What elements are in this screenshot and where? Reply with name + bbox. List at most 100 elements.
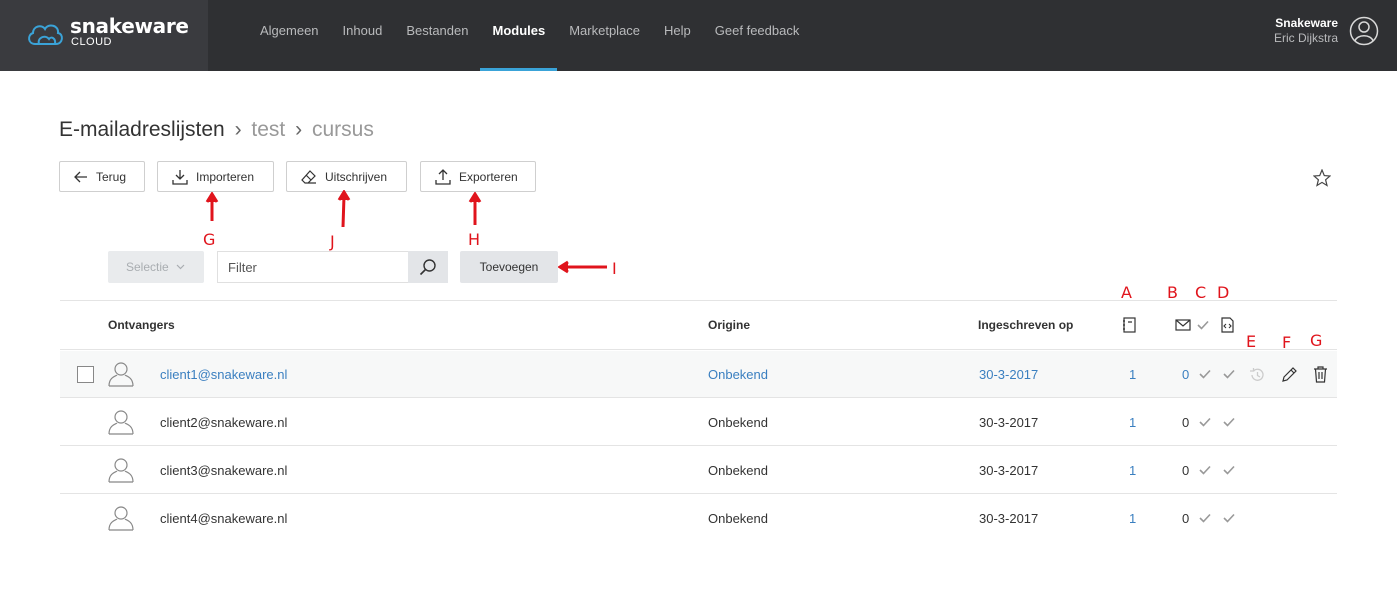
nav-item-modules[interactable]: Modules bbox=[480, 0, 557, 71]
user-menu[interactable]: Snakeware Eric Dijkstra bbox=[1274, 16, 1338, 45]
row-email: client2@snakeware.nl bbox=[160, 415, 288, 430]
avatar-icon[interactable] bbox=[1349, 16, 1379, 46]
breadcrumb: E-mailadreslijsten › test › cursus bbox=[59, 118, 374, 142]
row-divider bbox=[60, 445, 1337, 446]
row-mails-count: 0 bbox=[1182, 415, 1190, 430]
back-button[interactable]: Terug bbox=[59, 161, 145, 192]
check-icon bbox=[1223, 417, 1235, 427]
row-checkbox[interactable] bbox=[77, 366, 94, 383]
breadcrumb-separator: › bbox=[295, 118, 303, 141]
row-divider bbox=[60, 397, 1337, 398]
add-button[interactable]: Toevoegen bbox=[460, 251, 558, 283]
check-icon bbox=[1199, 513, 1211, 523]
annotation-g: G bbox=[203, 230, 216, 249]
unsubscribe-button[interactable]: Uitschrijven bbox=[286, 161, 407, 192]
table-top-border bbox=[60, 300, 1337, 301]
logo[interactable]: snakeware CLOUD bbox=[0, 0, 208, 71]
row-lists-count[interactable]: 1 bbox=[1129, 511, 1136, 526]
annotation-arrow-h bbox=[468, 192, 482, 225]
nav-item-feedback[interactable]: Geef feedback bbox=[703, 0, 812, 71]
main-nav: Algemeen Inhoud Bestanden Modules Market… bbox=[248, 0, 811, 71]
breadcrumb-level1[interactable]: test bbox=[251, 118, 285, 141]
annotation-i: I bbox=[612, 259, 617, 278]
header-origin[interactable]: Origine bbox=[708, 318, 750, 332]
export-button[interactable]: Exporteren bbox=[420, 161, 536, 192]
row-email[interactable]: client1@snakeware.nl bbox=[160, 367, 287, 382]
annotation-d: D bbox=[1217, 283, 1230, 302]
check-icon bbox=[1199, 369, 1211, 379]
add-label: Toevoegen bbox=[479, 260, 539, 274]
breadcrumb-separator: › bbox=[234, 118, 242, 141]
user-icon bbox=[108, 458, 134, 483]
row-lists-count[interactable]: 1 bbox=[1129, 367, 1136, 382]
user-company: Snakeware bbox=[1275, 16, 1338, 30]
list-book-icon bbox=[1123, 317, 1136, 333]
row-mails-count: 0 bbox=[1182, 511, 1190, 526]
upload-icon bbox=[435, 168, 451, 185]
header-subscribed[interactable]: Ingeschreven op bbox=[978, 318, 1073, 332]
trash-icon[interactable] bbox=[1313, 366, 1328, 383]
filter-input[interactable] bbox=[217, 251, 408, 283]
annotation-arrow-g bbox=[205, 192, 219, 221]
annotation-j: J bbox=[330, 232, 335, 251]
selection-dropdown[interactable]: Selectie bbox=[108, 251, 204, 283]
row-divider bbox=[60, 493, 1337, 494]
row-date[interactable]: 30-3-2017 bbox=[979, 367, 1038, 382]
breadcrumb-root[interactable]: E-mailadreslijsten bbox=[59, 118, 225, 141]
row-origin[interactable]: Onbekend bbox=[708, 367, 768, 382]
annotation-g-row: G bbox=[1310, 331, 1323, 350]
nav-item-inhoud[interactable]: Inhoud bbox=[331, 0, 395, 71]
check-icon bbox=[1223, 369, 1235, 379]
history-icon[interactable] bbox=[1249, 367, 1265, 383]
import-button[interactable]: Importeren bbox=[157, 161, 274, 192]
row-mails-count[interactable]: 0 bbox=[1182, 367, 1189, 382]
nav-item-bestanden[interactable]: Bestanden bbox=[394, 0, 480, 71]
check-icon bbox=[1223, 513, 1235, 523]
user-name: Eric Dijkstra bbox=[1273, 31, 1338, 45]
search-icon bbox=[419, 259, 436, 276]
top-bar: snakeware CLOUD Algemeen Inhoud Bestande… bbox=[0, 0, 1397, 71]
table-header-border bbox=[60, 349, 1337, 350]
brand-sub: CLOUD bbox=[71, 36, 113, 48]
check-icon bbox=[1199, 417, 1211, 427]
annotation-h: H bbox=[468, 230, 481, 249]
brand-name: snakeware bbox=[70, 14, 189, 38]
row-date: 30-3-2017 bbox=[979, 463, 1039, 478]
mail-icon bbox=[1175, 319, 1191, 331]
row-lists-count[interactable]: 1 bbox=[1129, 463, 1136, 478]
chevron-down-icon bbox=[176, 264, 185, 270]
unsubscribe-label: Uitschrijven bbox=[325, 169, 388, 184]
row-lists-count[interactable]: 1 bbox=[1129, 415, 1136, 430]
row-origin: Onbekend bbox=[708, 511, 768, 526]
nav-item-help[interactable]: Help bbox=[652, 0, 703, 71]
row-date: 30-3-2017 bbox=[979, 415, 1039, 430]
row-origin: Onbekend bbox=[708, 463, 768, 478]
annotation-b: B bbox=[1167, 283, 1178, 302]
check-icon bbox=[1223, 465, 1235, 475]
check-icon bbox=[1199, 465, 1211, 475]
user-icon bbox=[108, 410, 134, 435]
annotation-a: A bbox=[1121, 283, 1132, 302]
nav-item-marketplace[interactable]: Marketplace bbox=[557, 0, 652, 71]
arrow-left-icon bbox=[74, 171, 87, 182]
import-label: Importeren bbox=[196, 169, 255, 184]
row-email: client4@snakeware.nl bbox=[160, 511, 288, 526]
cloud-logo-icon bbox=[28, 24, 63, 45]
code-file-icon bbox=[1221, 317, 1234, 333]
search-button[interactable] bbox=[408, 251, 448, 283]
star-icon[interactable] bbox=[1313, 169, 1331, 187]
row-date: 30-3-2017 bbox=[979, 511, 1039, 526]
user-icon bbox=[108, 506, 134, 531]
edit-pencil-icon[interactable] bbox=[1281, 366, 1298, 383]
annotation-arrow-i bbox=[558, 260, 607, 274]
download-icon bbox=[172, 169, 188, 185]
selection-label: Selectie bbox=[126, 260, 169, 274]
row-mails-count: 0 bbox=[1182, 463, 1190, 478]
eraser-icon bbox=[301, 169, 316, 184]
nav-item-algemeen[interactable]: Algemeen bbox=[248, 0, 331, 71]
row-email: client3@snakeware.nl bbox=[160, 463, 288, 478]
user-icon bbox=[108, 362, 134, 387]
back-label: Terug bbox=[96, 169, 127, 184]
breadcrumb-level2: cursus bbox=[311, 118, 374, 141]
header-recipients[interactable]: Ontvangers bbox=[108, 318, 175, 332]
